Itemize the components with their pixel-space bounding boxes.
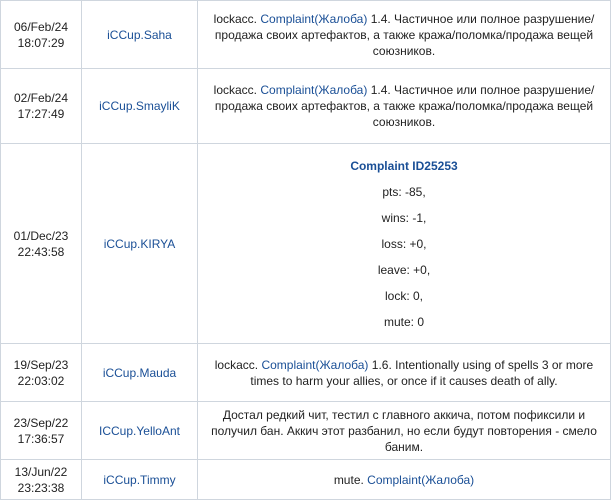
date: 23/Sep/22	[13, 415, 69, 430]
reason-text: Достал редкий чит, тестил с главного акк…	[211, 407, 597, 454]
table-row: 02/Feb/24 17:27:49 iCCup.SmayliK lockacc.…	[0, 68, 611, 144]
user-cell: iCCup.Timmy	[81, 459, 198, 500]
table-row: 06/Feb/24 18:07:29 iCCup.Saha lockacc. Co…	[0, 0, 611, 69]
user-cell: iCCup.SmayliK	[81, 68, 198, 144]
table-row: 19/Sep/23 22:03:02 iCCup.Mauda lockacc. C…	[0, 343, 611, 402]
date: 19/Sep/23	[13, 357, 69, 372]
stat-loss: loss: +0,	[381, 236, 427, 251]
date-cell: 23/Sep/22 17:36:57	[0, 401, 82, 460]
time: 23:23:38	[17, 480, 65, 495]
date: 06/Feb/24	[13, 19, 69, 34]
reason-prefix: lockacc.	[213, 83, 261, 97]
user-link[interactable]: iCCup.SmayliK	[99, 99, 180, 113]
user-link[interactable]: iCCup.Saha	[107, 28, 172, 42]
stat-mute: mute: 0	[383, 314, 425, 329]
user-cell: iCCup.KIRYA	[81, 143, 198, 344]
reason-cell: lockacc. Complaint(Жалоба) 1.6. Intentio…	[197, 343, 611, 402]
complaint-link[interactable]: Complaint(Жалоба)	[260, 12, 367, 26]
reason-prefix: lockacc.	[213, 11, 261, 26]
date-cell: 06/Feb/24 18:07:29	[0, 0, 82, 69]
stat-lock: lock: 0,	[384, 288, 423, 303]
date-cell: 13/Jun/22 23:23:38	[0, 459, 82, 500]
time: 17:27:49	[17, 107, 65, 121]
table-row: 23/Sep/22 17:36:57 ICCup.YelloAnt Достал …	[0, 401, 611, 460]
reason-prefix: lockacc.	[214, 357, 262, 372]
user-cell: iCCup.Mauda	[81, 343, 198, 402]
user-link[interactable]: ICCup.YelloAnt	[99, 424, 180, 438]
date: 13/Jun/22	[14, 464, 68, 479]
user-cell: iCCup.Saha	[81, 0, 198, 69]
user-link[interactable]: iCCup.Mauda	[103, 366, 176, 380]
time: 22:03:02	[17, 373, 65, 388]
complaint-details-cell: Complaint ID25253 pts: -85, wins: -1, lo…	[197, 143, 611, 344]
reason-cell: lockacc. Complaint(Жалоба) 1.4. Частично…	[197, 68, 611, 144]
table-row: 13/Jun/22 23:23:38 iCCup.Timmy mute. Comp…	[0, 459, 611, 500]
time: 18:07:29	[17, 35, 65, 50]
table-row: 01/Dec/23 22:43:58 iCCup.KIRYA Complaint …	[0, 143, 611, 344]
user-link[interactable]: iCCup.Timmy	[103, 473, 175, 487]
user-link[interactable]: iCCup.KIRYA	[104, 237, 176, 251]
date: 02/Feb/24	[13, 91, 69, 105]
stat-pts: pts: -85,	[382, 184, 426, 199]
complaint-link[interactable]: Complaint(Жалоба)	[260, 83, 367, 97]
date-cell: 19/Sep/23 22:03:02	[0, 343, 82, 402]
time: 17:36:57	[17, 431, 65, 446]
punishment-history-table: 06/Feb/24 18:07:29 iCCup.Saha lockacc. Co…	[0, 0, 611, 500]
reason-cell: lockacc. Complaint(Жалоба) 1.4. Частично…	[197, 0, 611, 69]
stat-leave: leave: +0,	[377, 262, 431, 277]
time: 22:43:58	[17, 244, 65, 259]
complaint-link[interactable]: Complaint(Жалоба)	[367, 473, 474, 487]
reason-prefix: mute.	[333, 472, 368, 487]
reason-cell: Достал редкий чит, тестил с главного акк…	[197, 401, 611, 460]
user-cell: ICCup.YelloAnt	[81, 401, 198, 460]
date: 01/Dec/23	[13, 228, 69, 243]
complaint-title[interactable]: Complaint ID25253	[204, 158, 604, 174]
reason-cell: mute. Complaint(Жалоба)	[197, 459, 611, 500]
complaint-link[interactable]: Complaint(Жалоба)	[261, 358, 368, 372]
stat-wins: wins: -1,	[381, 210, 427, 225]
date-cell: 01/Dec/23 22:43:58	[0, 143, 82, 344]
date-cell: 02/Feb/24 17:27:49	[0, 68, 82, 144]
